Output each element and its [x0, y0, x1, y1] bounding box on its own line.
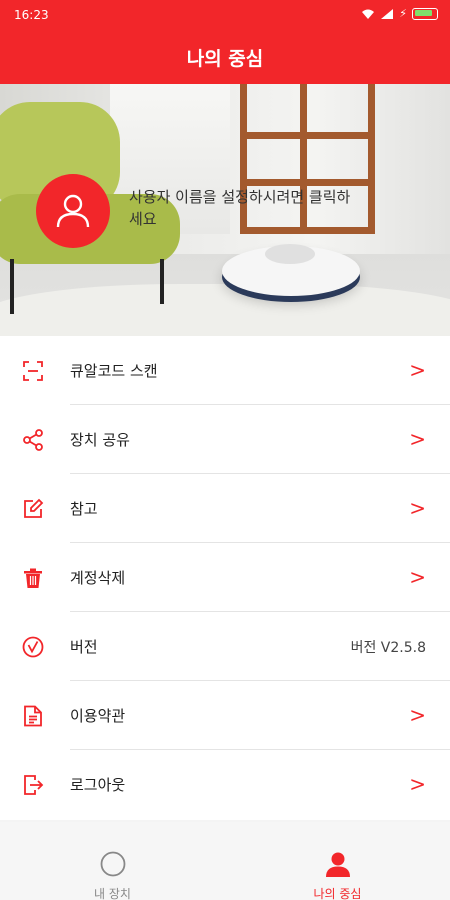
chevron-right-icon: > — [409, 358, 426, 382]
banner-rug — [0, 284, 450, 336]
banner-shelf-board — [240, 179, 375, 186]
menu-item-logout[interactable]: 로그아웃 > — [0, 750, 450, 819]
banner-shelf-board — [240, 132, 375, 139]
chevron-right-icon: > — [409, 427, 426, 451]
menu-item-qr-scan[interactable]: 큐알코드 스캔 > — [0, 336, 450, 405]
banner-sofa-leg — [10, 259, 14, 314]
qr-scan-icon — [23, 361, 43, 381]
edit-icon — [24, 498, 44, 518]
menu-item-terms[interactable]: 이용약관 > — [0, 681, 450, 750]
status-time: 16:23 — [14, 8, 49, 22]
menu-label: 장치 공유 — [70, 431, 130, 449]
menu-label: 참고 — [70, 500, 98, 518]
menu-label: 이용약관 — [70, 707, 126, 725]
tab-my-center[interactable]: 나의 중심 — [225, 822, 450, 900]
user-icon — [325, 852, 350, 877]
charging-icon: ⚡ — [399, 7, 407, 20]
menu-item-share-device[interactable]: 장치 공유 > — [0, 405, 450, 474]
set-username-hint[interactable]: 사용자 이름을 설정하시려면 클릭하세요 — [129, 186, 359, 230]
banner-sofa-leg — [160, 259, 164, 304]
battery-icon — [412, 7, 438, 20]
chevron-right-icon: > — [409, 496, 426, 520]
signal-icon — [381, 8, 394, 19]
chevron-right-icon: > — [409, 565, 426, 589]
settings-menu: 큐알코드 스캔 > 장치 공유 > 참고 > 계정삭제 > 버전 버전 V2.5… — [0, 336, 450, 820]
menu-label: 로그아웃 — [70, 776, 126, 794]
version-value: 버전 V2.5.8 — [350, 640, 426, 656]
share-icon — [23, 429, 43, 451]
user-icon — [56, 194, 90, 228]
menu-label: 큐알코드 스캔 — [70, 362, 158, 380]
version-icon — [22, 636, 44, 658]
bottom-tab-bar: 내 장치 나의 중심 — [0, 822, 450, 900]
chevron-right-icon: > — [409, 772, 426, 796]
menu-label: 계정삭제 — [70, 569, 126, 587]
menu-item-version: 버전 버전 V2.5.8 — [0, 612, 450, 681]
chevron-right-icon: > — [409, 703, 426, 727]
tab-label: 나의 중심 — [313, 887, 362, 900]
status-icons: ⚡ — [361, 7, 438, 20]
tab-label: 내 장치 — [94, 887, 131, 900]
document-icon — [24, 705, 42, 727]
banner-robot-lidar — [265, 244, 315, 264]
avatar[interactable] — [36, 174, 110, 248]
tab-my-devices[interactable]: 내 장치 — [0, 822, 225, 900]
trash-icon — [24, 568, 42, 588]
app-bar: 나의 중심 — [0, 30, 450, 84]
page-title: 나의 중심 — [186, 47, 264, 70]
status-bar: 16:23 ⚡ — [0, 0, 450, 30]
menu-item-reference[interactable]: 참고 > — [0, 474, 450, 543]
menu-label: 버전 — [70, 638, 98, 656]
logout-icon — [24, 775, 44, 795]
wifi-icon — [362, 9, 375, 19]
menu-item-delete-account[interactable]: 계정삭제 > — [0, 543, 450, 612]
device-icon — [100, 851, 125, 877]
